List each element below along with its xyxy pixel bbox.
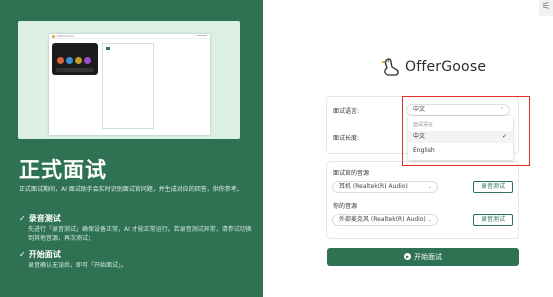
your-audio-value: 外部麦克风 (Realtek(R) Audio) [339,216,426,223]
step-heading: ✓ 录音测试 [19,213,61,224]
step-text: 先进行「录音测试」确保设备正常，AI 才能正常运行。若录音测试异常，请参试切换到… [28,226,252,242]
duration-label: 面试长度: [333,135,360,142]
check-icon: ✓ [19,214,26,223]
play-icon: ▶ [404,252,411,260]
interviewer-audio-value: 耳机 (Realtek(R) Audio) [339,183,408,190]
highlight-box [402,96,530,166]
preview-app-label: OfferGoose [57,34,74,38]
preview-avatar [75,57,82,64]
step-title: 开始面试 [28,250,61,259]
preview-avatar [57,57,64,64]
preview-video-toolbar [56,68,94,72]
logo: OfferGoose [380,56,530,80]
chevron-down-icon: ⌄ [427,217,432,223]
app-preview-image: OfferGoose [18,21,240,139]
start-interview-button[interactable]: ▶ 开始面试 [327,248,519,266]
your-record-test-button[interactable]: 录音测试 [473,214,513,226]
check-icon: ✓ [19,250,26,259]
your-audio-label: 你的音源 [333,203,358,210]
step-heading: ✓ 开始面试 [19,249,61,260]
step-text: 录音确认无误后，即可「开始面试」。 [28,262,128,269]
preview-video [52,43,98,75]
interviewer-record-test-button[interactable]: 录音测试 [473,181,513,193]
left-panel: OfferGoose 正式面试 正式面试期间，AI 面试助手会实时识别面试官问题… [0,0,263,297]
preview-avatar [66,57,73,64]
preview-avatar [84,57,91,64]
goose-logo-icon [380,58,399,76]
language-label: 面试语言: [333,108,360,115]
page-description: 正式面试期间，AI 面试助手会实时识别面试官问题，并生成对应的回答，供你参考。 [19,186,243,193]
start-interview-label: 开始面试 [414,253,442,261]
page-title: 正式面试 [19,158,107,182]
your-audio-select[interactable]: 外部麦克风 (Realtek(R) Audio) ⌄ [332,214,438,226]
logo-text: OfferGoose [405,59,487,75]
preview-answer-pane [102,43,154,129]
sliders-icon[interactable]: ⚟ [539,0,553,16]
interviewer-audio-select[interactable]: 耳机 (Realtek(R) Audio) ⌄ [332,181,438,193]
preview-window-controls [197,35,207,37]
interviewer-audio-label: 面试官的音源 [333,170,370,177]
preview-logo-icon [52,35,55,38]
preview-window: OfferGoose [49,34,210,135]
chevron-down-icon: ⌄ [427,184,432,190]
step-title: 录音测试 [28,214,61,223]
